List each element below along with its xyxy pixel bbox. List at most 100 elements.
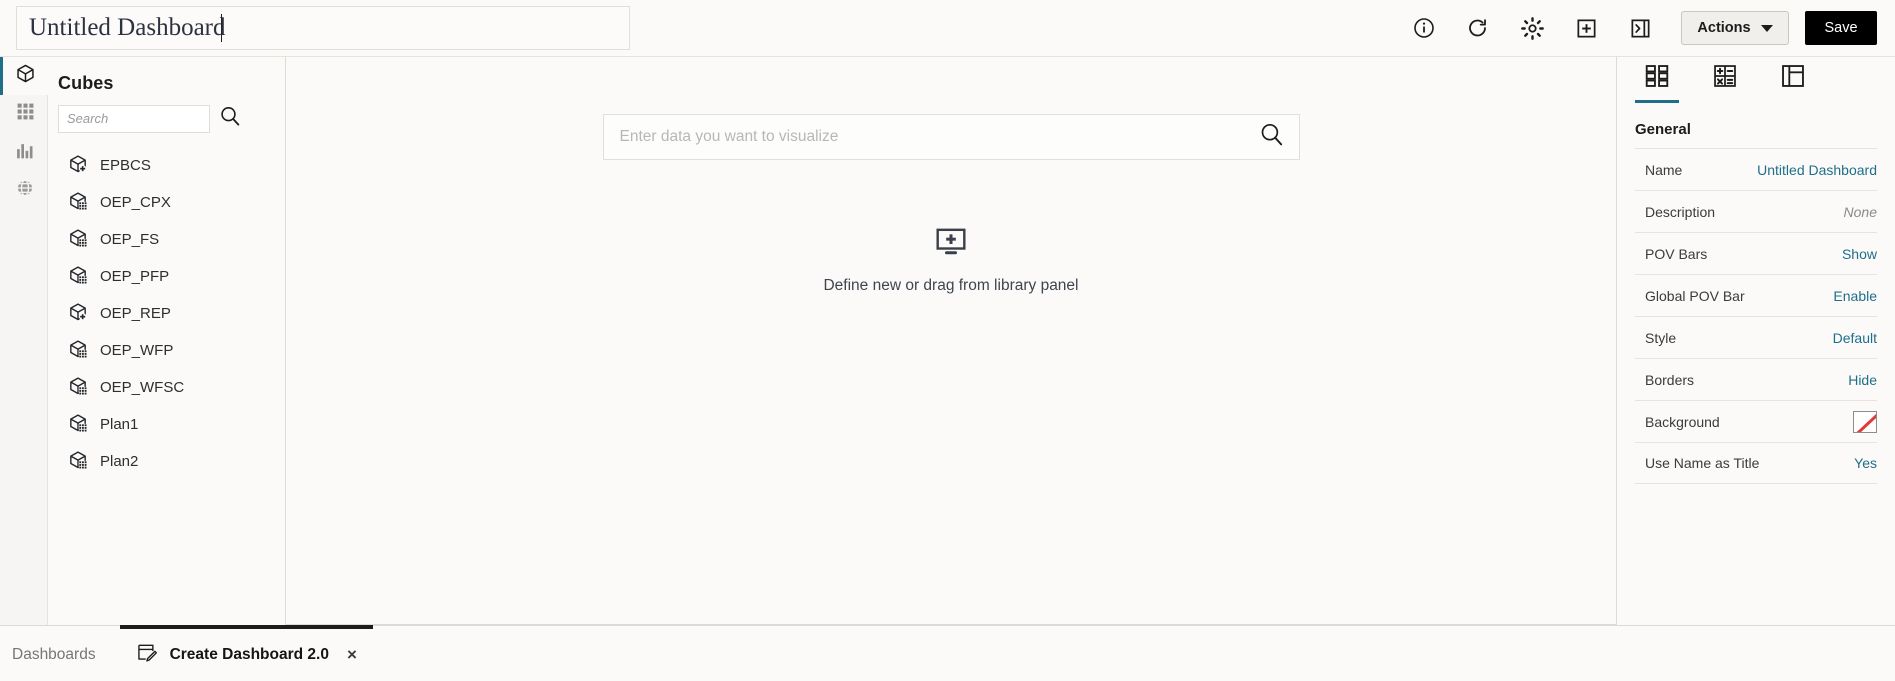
search-icon[interactable] bbox=[1258, 121, 1285, 153]
chevron-down-icon bbox=[1760, 24, 1773, 32]
cube-icon bbox=[15, 63, 36, 89]
dropzone-label: Define new or drag from library panel bbox=[823, 277, 1079, 294]
tab-dashboards[interactable]: Dashboards bbox=[0, 625, 120, 681]
layout-icon bbox=[1780, 63, 1806, 94]
visualize-search-box[interactable] bbox=[602, 114, 1300, 160]
cube-plus-icon bbox=[68, 154, 88, 178]
dashboard-canvas: Define new or drag from library panel bbox=[286, 56, 1617, 625]
property-value[interactable]: Enable bbox=[1833, 288, 1877, 304]
refresh-icon bbox=[1466, 16, 1490, 40]
left-icon-rail bbox=[0, 56, 48, 625]
list-item[interactable]: Plan1 bbox=[48, 406, 285, 443]
property-value[interactable]: Hide bbox=[1848, 372, 1877, 388]
background-color-swatch[interactable] bbox=[1853, 410, 1877, 433]
calculator-icon bbox=[1712, 63, 1738, 94]
property-label: Name bbox=[1645, 161, 1683, 178]
bottom-tab-bar: Dashboards Create Dashboard 2.0 × bbox=[0, 625, 1895, 681]
cube-grid-icon bbox=[68, 191, 88, 215]
add-box-icon bbox=[1575, 17, 1598, 40]
globe-icon bbox=[15, 178, 35, 203]
property-row-global-pov-bar: Global POV Bar Enable bbox=[1635, 274, 1877, 316]
rail-item-charts[interactable] bbox=[0, 133, 48, 171]
list-item[interactable]: Plan2 bbox=[48, 443, 285, 480]
list-item-label: Plan1 bbox=[100, 416, 139, 433]
cube-grid-icon bbox=[68, 265, 88, 289]
list-item[interactable]: OEP_FS bbox=[48, 221, 285, 258]
property-row-description: Description None bbox=[1635, 190, 1877, 232]
list-item-label: OEP_WFP bbox=[100, 342, 174, 359]
info-icon-button[interactable] bbox=[1404, 8, 1444, 48]
property-row-name: Name Untitled Dashboard bbox=[1635, 148, 1877, 190]
property-label: POV Bars bbox=[1645, 245, 1708, 262]
property-label: Global POV Bar bbox=[1645, 287, 1745, 304]
tab-create-dashboard[interactable]: Create Dashboard 2.0 × bbox=[119, 625, 373, 681]
cube-plus-icon bbox=[68, 302, 88, 326]
list-item-label: OEP_WFSC bbox=[100, 379, 185, 396]
properties-section-title: General bbox=[1635, 121, 1691, 138]
library-search-input[interactable] bbox=[58, 104, 210, 133]
refresh-icon-button[interactable] bbox=[1458, 8, 1498, 48]
list-item-label: EPBCS bbox=[100, 157, 151, 174]
list-item[interactable]: OEP_PFP bbox=[48, 258, 285, 295]
rail-item-cubes[interactable] bbox=[0, 57, 48, 95]
search-icon[interactable] bbox=[218, 104, 242, 133]
property-value[interactable]: None bbox=[1844, 204, 1877, 220]
property-value[interactable]: Show bbox=[1842, 246, 1877, 262]
cube-grid-icon bbox=[68, 450, 88, 474]
save-button-label: Save bbox=[1824, 20, 1858, 36]
tab-label: Dashboards bbox=[12, 646, 96, 663]
property-value[interactable]: Untitled Dashboard bbox=[1757, 162, 1877, 178]
property-row-use-name-as-title: Use Name as Title Yes bbox=[1635, 442, 1877, 484]
save-button[interactable]: Save bbox=[1805, 11, 1877, 45]
cube-grid-icon bbox=[68, 339, 88, 363]
cube-list: EPBCS OEP_CPX OEP_FS OEP_PFP OEP_REP OEP… bbox=[48, 147, 285, 480]
list-item-label: OEP_FS bbox=[100, 231, 160, 248]
list-item-label: Plan2 bbox=[100, 453, 139, 470]
info-icon bbox=[1412, 16, 1436, 40]
actions-button[interactable]: Actions bbox=[1681, 11, 1789, 45]
tab-layout[interactable] bbox=[1771, 61, 1815, 103]
property-label: Description bbox=[1645, 203, 1716, 220]
property-label: Borders bbox=[1645, 371, 1695, 388]
main-body: Cubes Search EPBCS OEP_CPX OEP_FS OEP_PF… bbox=[0, 56, 1895, 625]
properties-rows: Name Untitled Dashboard Description None… bbox=[1617, 148, 1895, 484]
rail-item-forms[interactable] bbox=[0, 95, 48, 133]
close-icon[interactable]: × bbox=[347, 645, 357, 665]
list-item[interactable]: OEP_WFP bbox=[48, 332, 285, 369]
gear-icon-button[interactable] bbox=[1512, 8, 1552, 48]
list-item-label: OEP_REP bbox=[100, 305, 171, 322]
cube-grid-icon bbox=[68, 413, 88, 437]
property-value[interactable]: Default bbox=[1833, 330, 1877, 346]
cube-grid-icon bbox=[68, 376, 88, 400]
list-item[interactable]: EPBCS bbox=[48, 147, 285, 184]
properties-tabs bbox=[1617, 57, 1895, 103]
grid-tiles-icon bbox=[1644, 63, 1670, 94]
property-value[interactable]: Yes bbox=[1854, 455, 1877, 471]
visualize-search-input[interactable] bbox=[619, 128, 1258, 146]
tab-calculations[interactable] bbox=[1703, 61, 1747, 103]
property-row-background: Background bbox=[1635, 400, 1877, 442]
tab-label: Create Dashboard 2.0 bbox=[169, 646, 329, 663]
list-item[interactable]: OEP_WFSC bbox=[48, 369, 285, 406]
property-row-borders: Borders Hide bbox=[1635, 358, 1877, 400]
collapse-panel-icon-button[interactable] bbox=[1620, 8, 1660, 48]
rail-item-external[interactable] bbox=[0, 171, 48, 209]
text-caret bbox=[221, 14, 222, 42]
add-box-icon-button[interactable] bbox=[1566, 8, 1606, 48]
list-item[interactable]: OEP_REP bbox=[48, 295, 285, 332]
library-panel: Cubes Search EPBCS OEP_CPX OEP_FS OEP_PF… bbox=[48, 56, 286, 625]
property-label: Background bbox=[1645, 413, 1720, 430]
property-label: Use Name as Title bbox=[1645, 455, 1760, 471]
dashboard-edit-icon bbox=[136, 642, 158, 669]
bar-chart-icon bbox=[15, 140, 35, 165]
gear-icon bbox=[1520, 16, 1545, 41]
dropzone[interactable]: Define new or drag from library panel bbox=[823, 225, 1079, 295]
grid-icon bbox=[16, 102, 35, 126]
list-item-label: OEP_CPX bbox=[100, 194, 171, 211]
tab-properties[interactable] bbox=[1635, 61, 1679, 103]
dashboard-title-input[interactable] bbox=[16, 6, 630, 50]
property-label: Style bbox=[1645, 329, 1677, 346]
list-item[interactable]: OEP_CPX bbox=[48, 184, 285, 221]
cube-grid-icon bbox=[68, 228, 88, 252]
property-row-style: Style Default bbox=[1635, 316, 1877, 358]
